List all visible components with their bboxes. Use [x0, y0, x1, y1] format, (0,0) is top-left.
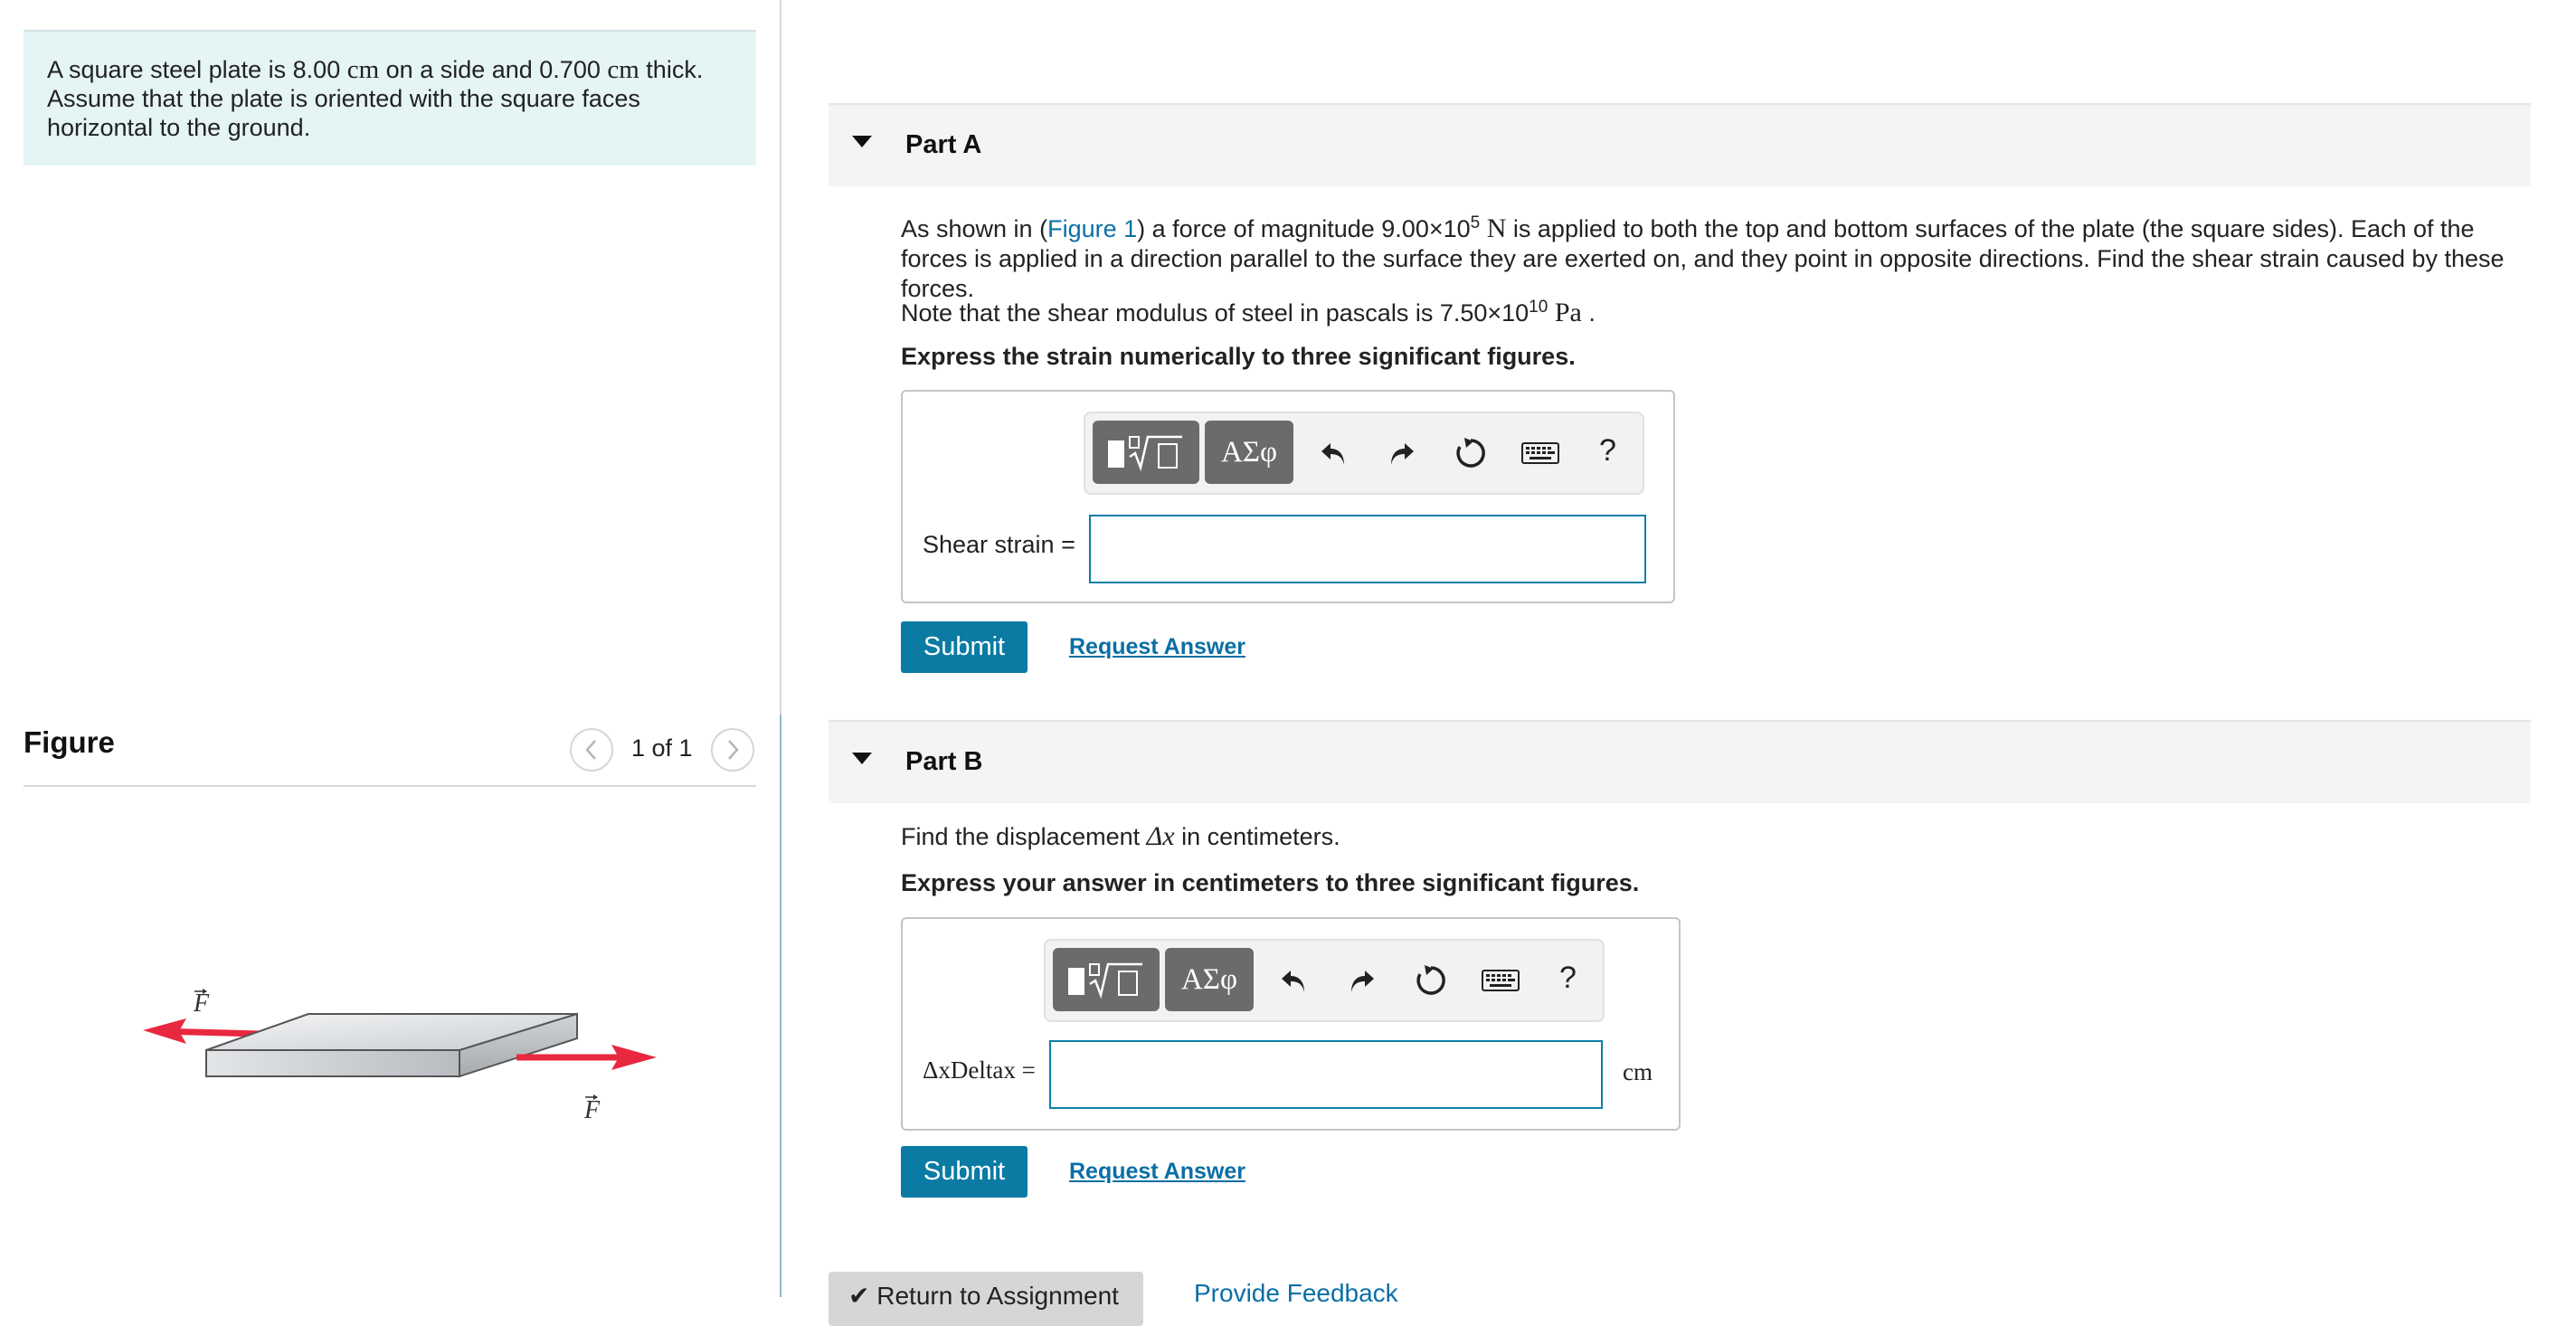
figure-page-count: 1 of 1 — [631, 734, 693, 762]
reset-button[interactable] — [1411, 961, 1451, 1000]
steel-plate-illustration: F F — [143, 989, 657, 1124]
undo-icon — [1282, 971, 1304, 992]
return-label: Return to Assignment — [876, 1282, 1119, 1310]
return-to-assignment-button[interactable]: ✔ Return to Assignment — [829, 1272, 1143, 1326]
part-b-instruction: Express your answer in centimeters to th… — [901, 869, 1640, 896]
greek-symbols-button[interactable]: ΑΣφ — [1205, 421, 1293, 484]
chevron-right-icon — [728, 740, 739, 760]
help-button[interactable]: ? — [1559, 961, 1577, 996]
figure-header: Figure 1 of 1 — [24, 715, 756, 787]
force-label-bottom: F — [583, 1096, 601, 1122]
provide-feedback-link[interactable]: Provide Feedback — [1194, 1279, 1398, 1308]
problem-text-2: on a side and 0.700 — [379, 56, 608, 83]
figure-next-button[interactable] — [711, 728, 754, 772]
figure-prev-button[interactable] — [570, 728, 613, 772]
keyboard-button[interactable] — [1518, 433, 1563, 473]
collapse-caret-icon[interactable] — [852, 753, 872, 764]
part-a-label: Part A — [905, 130, 982, 159]
problem-statement: A square steel plate is 8.00 cm on a sid… — [24, 30, 756, 166]
part-a-answer-box: ΑΣφ ? Shear strain = — [901, 390, 1675, 603]
reset-icon — [1416, 965, 1445, 995]
part-b-header[interactable]: Part B — [829, 720, 2531, 803]
part-a-q2: ) a force of magnitude 9.00×10 — [1137, 215, 1471, 242]
force-label-top: F — [193, 990, 210, 1018]
help-button[interactable]: ? — [1599, 433, 1616, 469]
templates-button[interactable] — [1053, 948, 1160, 1011]
keyboard-icon — [1521, 442, 1559, 464]
templates-icon — [1068, 962, 1142, 999]
templates-icon — [1108, 435, 1182, 472]
undo-button[interactable] — [1313, 433, 1353, 473]
delta-x-label: ΔxDeltax = — [923, 1056, 1036, 1084]
figure-title: Figure — [24, 725, 115, 759]
column-divider-active — [780, 715, 781, 1297]
reset-button[interactable] — [1451, 433, 1491, 473]
part-a-instruction: Express the strain numerically to three … — [901, 343, 1576, 370]
redo-button[interactable] — [1342, 961, 1382, 1000]
part-b-question: Find the displacement Δx in centimeters. — [901, 821, 1340, 852]
part-a-header[interactable]: Part A — [829, 103, 2531, 186]
collapse-caret-icon[interactable] — [852, 136, 872, 147]
part-a-submit-button[interactable]: Submit — [901, 621, 1028, 673]
redo-button[interactable] — [1382, 433, 1422, 473]
plate-front-face — [205, 1049, 460, 1077]
part-a-note-unit: Pa — [1554, 298, 1582, 327]
part-b-request-answer-link[interactable]: Request Answer — [1069, 1159, 1245, 1185]
part-a-note-end: . — [1581, 299, 1596, 327]
problem-text-1: A square steel plate is 8.00 — [47, 56, 347, 83]
part-a-q-exp: 5 — [1470, 213, 1481, 232]
part-a-note: Note that the shear modulus of steel in … — [901, 292, 2538, 328]
part-a-question: As shown in (Figure 1) a force of magnit… — [901, 208, 2538, 304]
figure-plate-diagram: F F — [24, 959, 756, 1124]
problem-unit-1: cm — [346, 55, 380, 84]
redo-icon — [1351, 971, 1374, 992]
part-b-label: Part B — [905, 747, 983, 776]
chevron-left-icon — [585, 740, 596, 760]
shear-strain-input[interactable] — [1089, 515, 1646, 583]
delta-x-input[interactable] — [1049, 1040, 1603, 1109]
undo-button[interactable] — [1274, 961, 1313, 1000]
pencil-icon: ✔ — [848, 1282, 870, 1310]
templates-button[interactable] — [1093, 421, 1199, 484]
part-a-q1: As shown in ( — [901, 215, 1048, 242]
shear-strain-label: Shear strain = — [923, 531, 1075, 558]
part-a-note-exp: 10 — [1529, 298, 1548, 317]
part-a-q-unit: N — [1486, 213, 1507, 243]
part-b-q-symbol: Δx — [1146, 821, 1175, 851]
part-a-note-text: Note that the shear modulus of steel in … — [901, 299, 1530, 327]
part-a-math-toolbar: ΑΣφ ? — [1084, 412, 1644, 495]
figure-1-link[interactable]: Figure 1 — [1047, 215, 1137, 242]
part-a-request-answer-link[interactable]: Request Answer — [1069, 634, 1245, 660]
part-b-q2: in centimeters. — [1174, 823, 1340, 850]
problem-unit-2: cm — [607, 55, 639, 84]
reset-icon — [1456, 438, 1485, 468]
keyboard-button[interactable] — [1478, 961, 1523, 1000]
undo-icon — [1321, 443, 1344, 465]
part-b-math-toolbar: ΑΣφ ? — [1044, 939, 1605, 1022]
keyboard-icon — [1482, 970, 1520, 991]
greek-symbols-button[interactable]: ΑΣφ — [1165, 948, 1254, 1011]
part-b-q1: Find the displacement — [901, 823, 1147, 850]
redo-icon — [1391, 443, 1414, 465]
delta-x-unit: cm — [1623, 1058, 1653, 1085]
part-b-submit-button[interactable]: Submit — [901, 1146, 1028, 1198]
part-b-answer-box: ΑΣφ ? ΔxDeltax = cm — [901, 917, 1681, 1131]
